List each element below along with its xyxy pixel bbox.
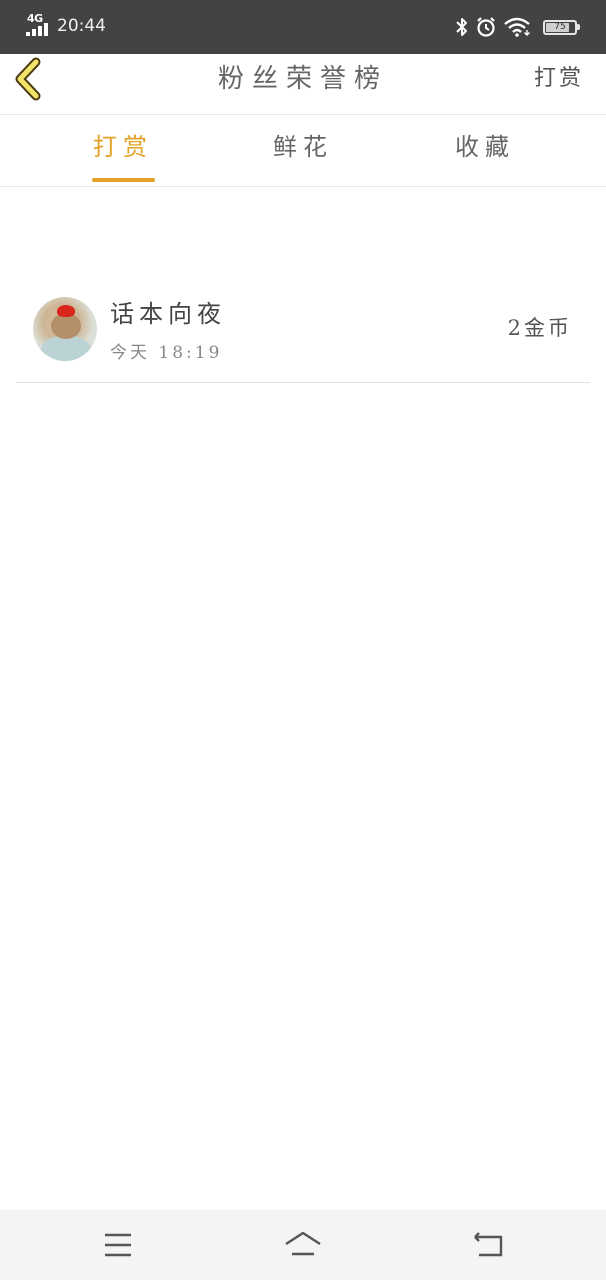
clock: 20:44 bbox=[57, 16, 106, 36]
menu-button[interactable] bbox=[98, 1228, 138, 1262]
active-tab-indicator bbox=[92, 178, 155, 182]
reward-amount: 2金币 bbox=[507, 316, 572, 340]
signal-icon bbox=[26, 23, 52, 36]
system-nav-bar bbox=[0, 1210, 606, 1280]
home-icon bbox=[285, 1231, 321, 1256]
back-icon bbox=[474, 1232, 503, 1257]
page-title: 粉丝荣誉榜 bbox=[217, 64, 388, 94]
back-nav-button[interactable] bbox=[468, 1228, 508, 1262]
status-icons: 75 bbox=[455, 15, 580, 39]
tab-reward[interactable]: 打赏 bbox=[22, 115, 224, 185]
tab-favorites[interactable]: 收藏 bbox=[384, 115, 586, 185]
reward-button[interactable]: 打赏 bbox=[534, 60, 584, 92]
battery-level: 75 bbox=[554, 21, 566, 32]
alarm-icon bbox=[477, 17, 495, 37]
battery-icon: 75 bbox=[543, 19, 577, 35]
app-header: 粉丝荣誉榜 打赏 bbox=[0, 54, 606, 115]
status-bar: 4G 20:44 75 bbox=[0, 0, 606, 54]
list-item[interactable]: 话本向夜 今天 18:19 2金币 bbox=[16, 270, 590, 383]
battery-tip bbox=[577, 24, 580, 30]
wifi-icon bbox=[504, 17, 530, 37]
menu-icon bbox=[105, 1233, 131, 1257]
avatar bbox=[33, 297, 97, 361]
reward-time: 今天 18:19 bbox=[110, 343, 223, 363]
user-name: 话本向夜 bbox=[110, 300, 226, 328]
tab-bar: 打赏 鲜花 收藏 bbox=[0, 115, 606, 187]
tab-flowers[interactable]: 鲜花 bbox=[202, 115, 404, 185]
network-type: 4G bbox=[27, 12, 43, 25]
bluetooth-icon bbox=[456, 18, 467, 36]
home-button[interactable] bbox=[283, 1228, 323, 1262]
reward-list: 话本向夜 今天 18:19 2金币 bbox=[0, 270, 606, 383]
